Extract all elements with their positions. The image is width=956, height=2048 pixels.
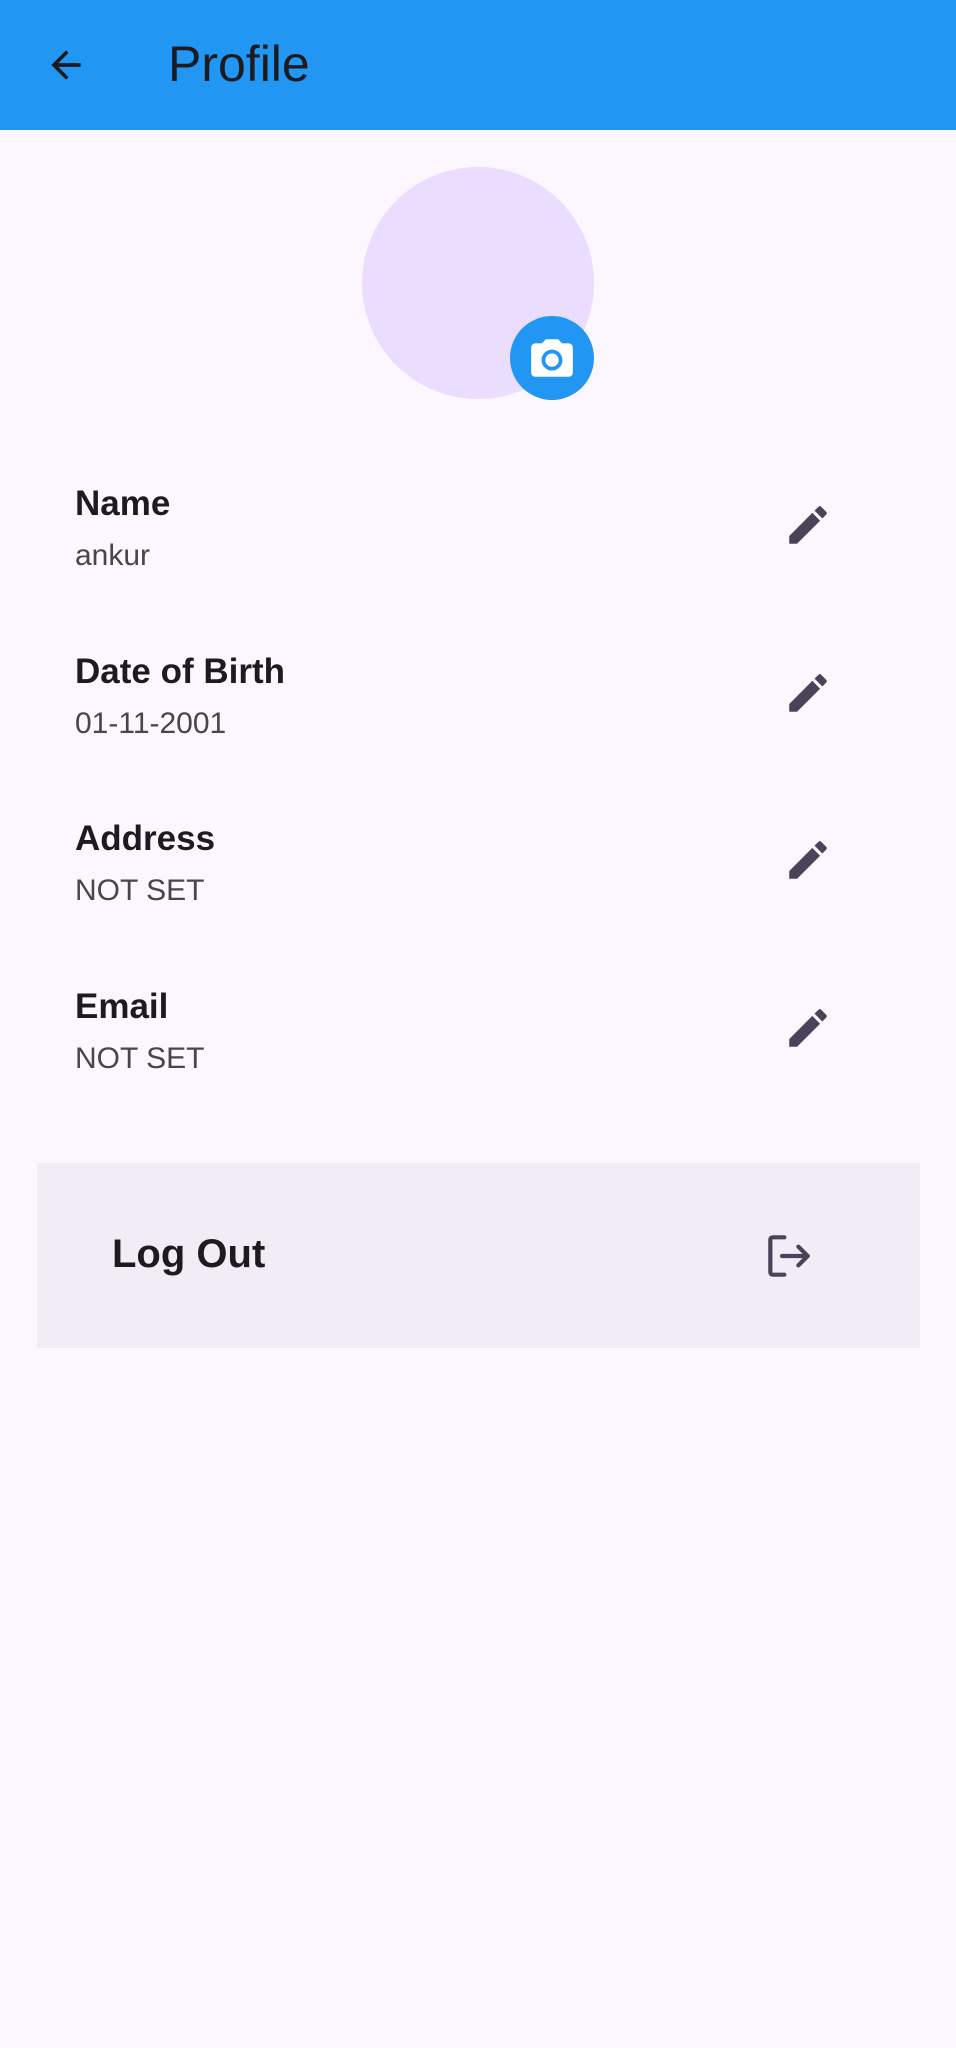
date-of-birth-field: Date of Birth 01-11-2001 xyxy=(0,651,956,801)
edit-address-button[interactable] xyxy=(772,824,844,896)
address-field: Address NOT SET xyxy=(0,818,956,968)
change-photo-button[interactable] xyxy=(510,316,594,400)
logout-label: Log Out xyxy=(112,1232,266,1276)
name-field: Name ankur xyxy=(0,483,956,633)
pencil-icon xyxy=(789,674,827,712)
field-value: 01-11-2001 xyxy=(75,707,227,740)
field-label: Name xyxy=(75,484,171,523)
app-bar: Profile xyxy=(0,0,956,130)
field-label: Address xyxy=(75,819,216,858)
field-label: Email xyxy=(75,987,169,1026)
field-label: Date of Birth xyxy=(75,652,285,691)
logout-button[interactable]: Log Out xyxy=(37,1163,920,1348)
pencil-icon xyxy=(789,506,827,544)
field-value: NOT SET xyxy=(75,874,205,907)
field-value: ankur xyxy=(75,539,151,572)
back-button[interactable] xyxy=(34,30,98,100)
arrow-back-icon xyxy=(51,50,81,80)
camera-icon xyxy=(531,339,573,377)
edit-date-of-birth-button[interactable] xyxy=(772,657,844,729)
edit-email-button[interactable] xyxy=(772,992,844,1064)
pencil-icon xyxy=(789,1009,827,1047)
email-field: Email NOT SET xyxy=(0,986,956,1136)
field-value: NOT SET xyxy=(75,1042,205,1075)
pencil-icon xyxy=(789,841,827,879)
page-title: Profile xyxy=(168,36,310,92)
logout-icon xyxy=(759,1226,819,1286)
edit-name-button[interactable] xyxy=(772,489,844,561)
